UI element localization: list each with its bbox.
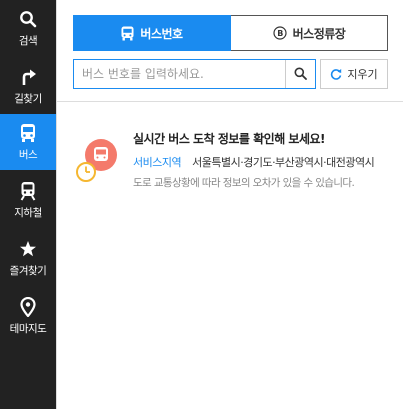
sidebar: 검색 길찾기 버스 지하철 즐겨찾기 테마지도: [0, 0, 56, 409]
service-area-regions: 서울특별시·경기도·부산광역시·대전광역시: [192, 156, 375, 169]
star-icon: [17, 238, 39, 260]
main-panel: 버스번호 B 버스정류장 버스 번호를 입력하세요. 지우기 실시간 버스 도착…: [56, 0, 403, 409]
subway-icon: [17, 180, 39, 202]
sidebar-item-label: 검색: [18, 35, 38, 47]
info-title: 실시간 버스 도착 정보를 확인해 보세요!: [133, 132, 326, 146]
bus-number-search-input[interactable]: [74, 60, 285, 88]
sidebar-item-directions[interactable]: 길찾기: [0, 58, 56, 114]
tab-bus-stop[interactable]: B 버스정류장: [231, 15, 388, 51]
sidebar-item-subway[interactable]: 지하철: [0, 172, 56, 228]
bus-stop-icon-letter: B: [277, 29, 283, 38]
search-box: [73, 59, 316, 89]
sidebar-item-search[interactable]: 검색: [0, 0, 56, 56]
bus-icon: [121, 26, 134, 41]
tab-bus-number[interactable]: 버스번호: [73, 15, 231, 51]
service-area: 서비스지역 서울특별시·경기도·부산광역시·대전광역시: [133, 154, 375, 170]
search-header: 버스번호 B 버스정류장 버스 번호를 입력하세요. 지우기: [57, 0, 403, 102]
search-icon: [17, 8, 39, 30]
sidebar-item-theme-map[interactable]: 테마지도: [0, 288, 56, 344]
search-icon: [294, 65, 307, 84]
directions-icon: [17, 66, 39, 88]
info-note: 도로 교통상황에 따라 정보의 오차가 있을 수 있습니다.: [133, 177, 355, 189]
sidebar-item-label: 버스: [18, 149, 38, 161]
sidebar-item-favorites[interactable]: 즐겨찾기: [0, 230, 56, 286]
app: 검색 길찾기 버스 지하철 즐겨찾기 테마지도 버스번호 B 버스정류장 버스 …: [0, 0, 403, 409]
sidebar-item-label: 즐겨찾기: [9, 265, 47, 277]
map-pin-icon: [17, 296, 39, 318]
search-row: 지우기: [73, 59, 388, 89]
sidebar-item-label: 지하철: [14, 207, 42, 219]
sidebar-item-label: 길찾기: [14, 93, 42, 105]
bus-stop-icon: B: [273, 26, 287, 40]
clear-button[interactable]: 지우기: [320, 59, 388, 89]
sidebar-item-bus[interactable]: 버스: [0, 114, 56, 170]
tab-label: 버스정류장: [292, 26, 346, 41]
service-area-label: 서비스지역: [133, 156, 182, 169]
tab-label: 버스번호: [140, 26, 183, 41]
search-button[interactable]: [285, 60, 315, 88]
refresh-icon: [330, 68, 342, 80]
bus-icon: [17, 122, 39, 144]
clear-button-label: 지우기: [347, 68, 378, 81]
bus-arrival-clock-icon: [75, 138, 125, 183]
sidebar-item-label: 테마지도: [9, 323, 47, 335]
tab-bar: 버스번호 B 버스정류장: [73, 15, 388, 51]
